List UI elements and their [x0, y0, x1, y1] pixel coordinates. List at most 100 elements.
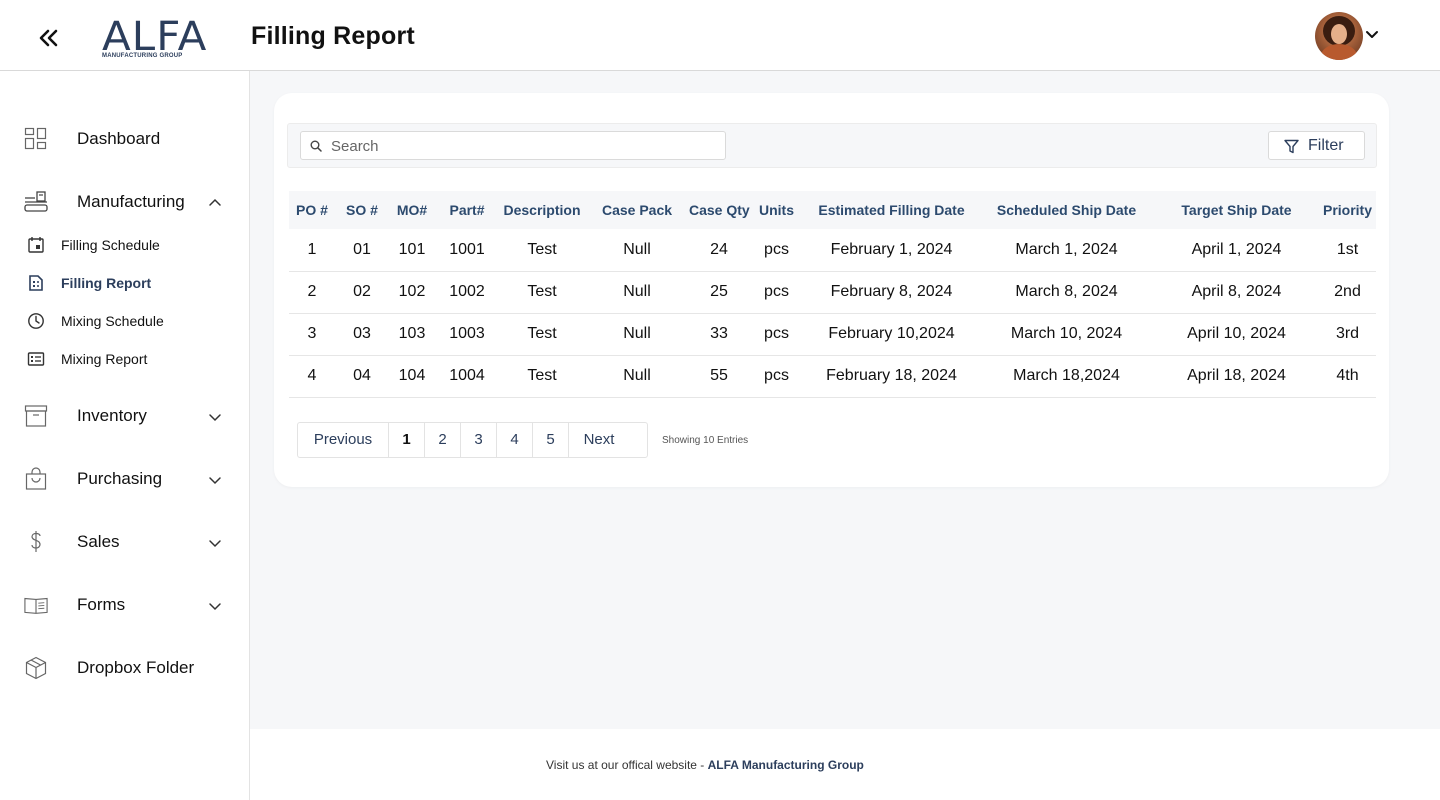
table-cell: Test	[499, 229, 585, 272]
table-cell: 102	[389, 271, 435, 314]
table-row[interactable]: 3 03 103 1003 Test Null 33 pcs February …	[289, 313, 1376, 356]
sidebar: Dashboard Manufacturing Filling Schedule	[0, 71, 250, 800]
table-cell: Null	[585, 355, 689, 398]
column-header-part[interactable]: Part#	[435, 191, 499, 229]
sidebar-subitem-label: Filling Report	[61, 275, 152, 291]
page-button-3[interactable]: 3	[461, 423, 497, 457]
page-title: Filling Report	[251, 22, 415, 50]
search-icon	[310, 140, 322, 152]
chevron-down-icon	[209, 477, 221, 485]
column-header-target-ship-date[interactable]: Target Ship Date	[1154, 191, 1319, 229]
table-cell: 33	[689, 313, 749, 356]
table-cell: 104	[389, 355, 435, 398]
sidebar-subitem-mixing-report[interactable]: Mixing Report	[0, 343, 249, 373]
sidebar-item-manufacturing[interactable]: Manufacturing	[0, 182, 249, 222]
report-icon	[29, 275, 43, 291]
sidebar-item-dropbox-folder[interactable]: Dropbox Folder	[0, 648, 249, 688]
table-row[interactable]: 4 04 104 1004 Test Null 55 pcs February …	[289, 355, 1376, 398]
filling-report-table: PO # SO # MO# Part# Description Case Pac…	[289, 191, 1376, 398]
sidebar-item-label: Dashboard	[77, 129, 161, 148]
sidebar-item-label: Inventory	[77, 406, 147, 425]
page-button-2[interactable]: 2	[425, 423, 461, 457]
table-row[interactable]: 1 01 101 1001 Test Null 24 pcs February …	[289, 229, 1376, 272]
column-header-case-pack[interactable]: Case Pack	[585, 191, 689, 229]
table-cell: March 1, 2024	[979, 229, 1154, 272]
column-header-so[interactable]: SO #	[335, 191, 389, 229]
sidebar-item-dashboard[interactable]: Dashboard	[0, 119, 249, 159]
sidebar-subitem-mixing-schedule[interactable]: Mixing Schedule	[0, 305, 249, 335]
table-cell: April 8, 2024	[1154, 271, 1319, 314]
column-header-priority[interactable]: Priority	[1319, 191, 1376, 229]
list-card-icon	[27, 352, 45, 366]
report-card: Filter PO # SO # MO# Part# Description C…	[274, 93, 1389, 487]
table-cell: February 18, 2024	[804, 355, 979, 398]
sidebar-item-label: Purchasing	[77, 469, 163, 488]
table-cell: 103	[389, 313, 435, 356]
double-chevron-left-icon[interactable]	[36, 25, 62, 51]
user-avatar[interactable]	[1315, 12, 1363, 60]
chevron-down-icon	[209, 540, 221, 548]
dashboard-grid-icon	[24, 127, 47, 150]
table-cell: Null	[585, 229, 689, 272]
sidebar-item-label: Sales	[77, 532, 120, 551]
column-header-estimated-filling-date[interactable]: Estimated Filling Date	[804, 191, 979, 229]
next-page-button[interactable]: Next	[569, 423, 629, 457]
table-header-row: PO # SO # MO# Part# Description Case Pac…	[289, 191, 1376, 229]
sidebar-item-purchasing[interactable]: Purchasing	[0, 459, 249, 499]
table-cell: pcs	[749, 355, 804, 398]
sidebar-item-label: Manufacturing	[77, 192, 185, 211]
sidebar-subitem-label: Mixing Schedule	[61, 313, 164, 329]
chevron-down-icon[interactable]	[1365, 28, 1379, 42]
search-box[interactable]	[300, 131, 726, 160]
page-button-5[interactable]: 5	[533, 423, 569, 457]
footer: Visit us at our offical website - ALFA M…	[250, 729, 1440, 800]
column-header-units[interactable]: Units	[749, 191, 804, 229]
table-cell: 24	[689, 229, 749, 272]
table-cell: April 18, 2024	[1154, 355, 1319, 398]
column-header-po[interactable]: PO #	[289, 191, 335, 229]
sidebar-item-inventory[interactable]: Inventory	[0, 396, 249, 436]
footer-text-prefix: Visit us at our offical website -	[546, 758, 708, 772]
sidebar-item-forms[interactable]: Forms	[0, 585, 249, 625]
table-cell: 101	[389, 229, 435, 272]
table-cell: pcs	[749, 229, 804, 272]
column-header-case-qty[interactable]: Case Qty	[689, 191, 750, 229]
table-cell: Null	[585, 271, 689, 314]
manufacturing-icon	[24, 191, 48, 212]
table-cell: April 1, 2024	[1154, 229, 1319, 272]
table-cell: March 8, 2024	[979, 271, 1154, 314]
table-cell: 04	[335, 355, 389, 398]
table-row[interactable]: 2 02 102 1002 Test Null 25 pcs February …	[289, 271, 1376, 314]
logo-subtext: MANUFACTURING GROUP	[102, 53, 183, 59]
previous-page-button[interactable]: Previous	[298, 423, 389, 457]
sidebar-subitem-label: Filling Schedule	[61, 237, 160, 253]
page-button-1[interactable]: 1	[389, 423, 425, 457]
sidebar-item-sales[interactable]: Sales	[0, 522, 249, 562]
column-header-scheduled-ship-date[interactable]: Scheduled Ship Date	[979, 191, 1154, 229]
search-input[interactable]	[331, 135, 711, 157]
page-button-4[interactable]: 4	[497, 423, 533, 457]
column-header-description[interactable]: Description	[499, 191, 585, 229]
table-cell: 1st	[1319, 229, 1376, 272]
main-content: Filter PO # SO # MO# Part# Description C…	[250, 71, 1440, 729]
sidebar-subitem-filling-report[interactable]: Filling Report	[0, 267, 249, 297]
open-book-icon	[24, 597, 48, 614]
sidebar-subitem-label: Mixing Report	[61, 351, 148, 367]
top-header: ALFA MANUFACTURING GROUP Filling Report	[0, 0, 1440, 71]
table-cell: Test	[499, 313, 585, 356]
footer-website-link[interactable]: ALFA Manufacturing Group	[708, 758, 864, 772]
column-header-mo[interactable]: MO#	[389, 191, 435, 229]
table-cell: 1004	[435, 355, 499, 398]
table-cell: March 10, 2024	[979, 313, 1154, 356]
chevron-down-icon	[209, 414, 221, 422]
sidebar-item-label: Forms	[77, 595, 126, 614]
table-cell: Null	[585, 313, 689, 356]
archive-box-icon	[24, 405, 48, 427]
table-cell: 01	[335, 229, 389, 272]
filter-button[interactable]: Filter	[1268, 131, 1365, 160]
sidebar-subitem-filling-schedule[interactable]: Filling Schedule	[0, 229, 249, 259]
alfa-logo[interactable]: ALFA MANUFACTURING GROUP	[102, 17, 206, 61]
table-cell: 1	[289, 229, 335, 272]
chevron-up-icon	[209, 198, 221, 206]
table-cell: February 1, 2024	[804, 229, 979, 272]
